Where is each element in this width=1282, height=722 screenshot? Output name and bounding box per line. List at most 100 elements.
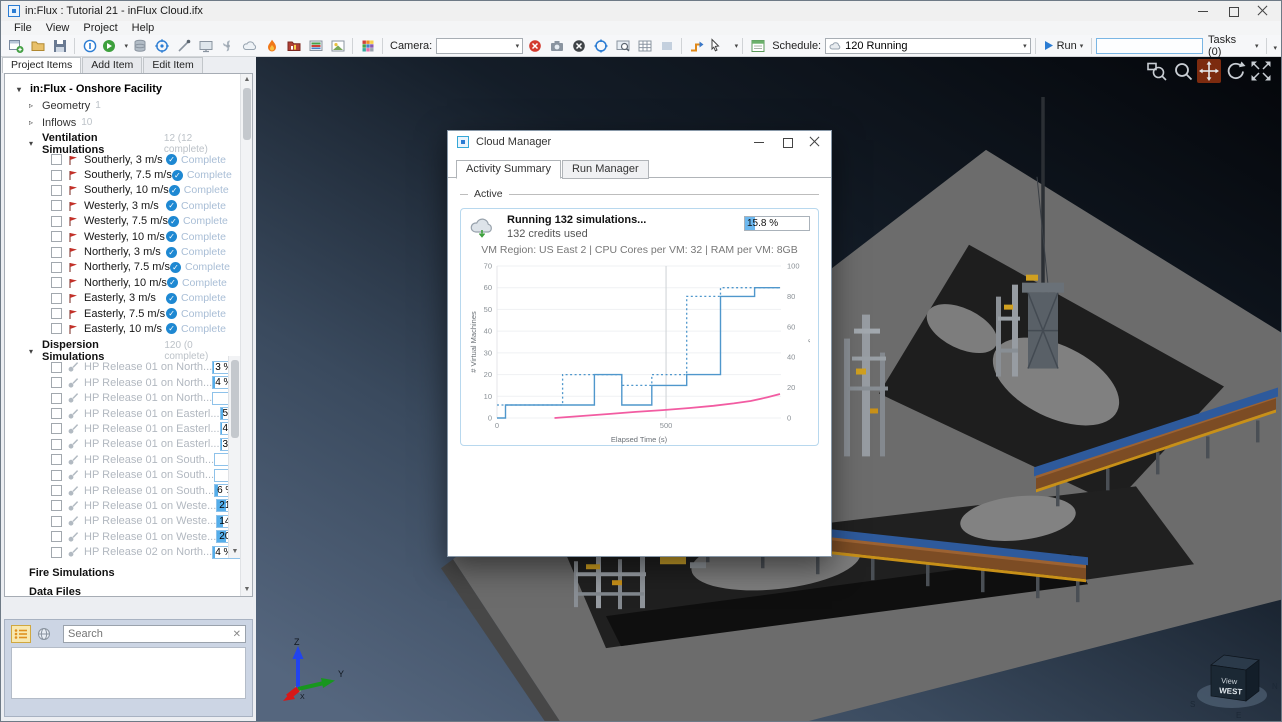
path-route-icon[interactable] — [686, 36, 707, 56]
title-bar[interactable]: in:Flux : Tutorial 21 - inFlux Cloud.ifx — [1, 1, 1281, 21]
camera-icon[interactable] — [546, 36, 567, 56]
line-tool-icon[interactable] — [173, 36, 194, 56]
expander-icon[interactable]: ▹ — [29, 101, 37, 110]
item-checkbox[interactable] — [51, 377, 62, 388]
tree-item-ventilation[interactable]: Southerly, 7.5 m/s✓Complete — [5, 167, 252, 182]
item-checkbox[interactable] — [51, 277, 62, 288]
tab-activity-summary[interactable]: Activity Summary — [456, 160, 561, 179]
info-icon[interactable] — [79, 36, 100, 56]
item-checkbox[interactable] — [51, 423, 62, 434]
tree-item-ventilation[interactable]: Northerly, 7.5 m/s✓Complete — [5, 260, 252, 275]
tree-item-ventilation[interactable]: Westerly, 10 m/s✓Complete — [5, 229, 252, 244]
run-button[interactable]: Run▾ — [1040, 40, 1088, 52]
item-checkbox[interactable] — [51, 454, 62, 465]
viewport-3d[interactable]: Z Y X View WEST S E N Cloud Manage — [256, 57, 1281, 721]
item-checkbox[interactable] — [51, 408, 62, 419]
select-cursor-icon[interactable]: ▾ — [708, 36, 738, 56]
expander-icon[interactable]: ▾ — [17, 85, 25, 94]
item-checkbox[interactable] — [51, 470, 62, 481]
tree-item-ventilation[interactable]: Southerly, 10 m/s✓Complete — [5, 183, 252, 198]
tree-group-dispersion[interactable]: ▾ Dispersion Simulations 120 (0 complete… — [5, 343, 252, 360]
tree-item-ventilation[interactable]: Easterly, 7.5 m/s✓Complete — [5, 306, 252, 321]
tree-item-dispersion[interactable]: HP Release 01 on Easterl...4 % — [5, 421, 252, 436]
tree-item-ventilation[interactable]: Northerly, 10 m/s✓Complete — [5, 275, 252, 290]
tree-group-inflows[interactable]: ▹ Inflows 10 — [5, 114, 252, 131]
tree-item-dispersion[interactable]: HP Release 01 on North...4 % — [5, 375, 252, 390]
tree-item-dispersion[interactable]: HP Release 01 on Easterl...5 % — [5, 406, 252, 421]
export-run-icon[interactable]: ▾ — [101, 36, 128, 56]
expander-icon[interactable]: ▾ — [29, 139, 37, 148]
rotate-icon[interactable] — [1223, 59, 1247, 83]
database-icon[interactable] — [129, 36, 150, 56]
tree-item-dispersion[interactable]: HP Release 01 on Weste...14 % — [5, 514, 252, 529]
dispersion-scrollbar[interactable]: ▼ — [228, 356, 240, 558]
item-checkbox[interactable] — [51, 516, 62, 527]
results-folder-icon[interactable] — [283, 36, 304, 56]
monitor-search-icon[interactable] — [612, 36, 633, 56]
project-tree[interactable]: ▾ in:Flux - Onshore Facility ▹ Geometry … — [4, 73, 253, 597]
tree-item-dispersion[interactable]: HP Release 01 on Weste...21 % — [5, 498, 252, 513]
scroll-down-icon[interactable]: ▼ — [229, 546, 241, 558]
item-checkbox[interactable] — [51, 500, 62, 511]
scroll-up-icon[interactable]: ▲ — [241, 74, 253, 86]
list-view-button[interactable] — [11, 625, 31, 643]
tree-root[interactable]: ▾ in:Flux - Onshore Facility — [5, 81, 252, 97]
item-checkbox[interactable] — [51, 439, 62, 450]
maximize-icon[interactable] — [1227, 5, 1239, 17]
item-checkbox[interactable] — [51, 362, 62, 373]
tab-add-item[interactable]: Add Item — [82, 57, 142, 73]
monitor-layers-icon[interactable] — [305, 36, 326, 56]
new-project-icon[interactable] — [5, 36, 26, 56]
tree-item-ventilation[interactable]: Westerly, 3 m/s✓Complete — [5, 198, 252, 213]
palette-icon[interactable] — [357, 36, 378, 56]
tree-item-dispersion[interactable]: HP Release 01 on South... — [5, 452, 252, 467]
tree-item-dispersion[interactable]: HP Release 01 on South... — [5, 467, 252, 482]
tree-item-dispersion[interactable]: HP Release 02 on North...4 % — [5, 544, 252, 559]
fullscreen-icon[interactable] — [1249, 59, 1273, 83]
view-cube[interactable]: View WEST S E N — [1184, 629, 1281, 721]
open-project-icon[interactable] — [27, 36, 48, 56]
item-checkbox[interactable] — [51, 262, 62, 273]
minimize-icon[interactable] — [753, 136, 765, 148]
tree-item-ventilation[interactable]: Westerly, 7.5 m/s✓Complete — [5, 214, 252, 229]
clear-search-icon[interactable]: ✕ — [233, 629, 241, 640]
save-icon[interactable] — [49, 36, 70, 56]
tree-item-ventilation[interactable]: Northerly, 3 m/s✓Complete — [5, 244, 252, 259]
zoom-window-icon[interactable] — [1145, 59, 1169, 83]
delete-camera-icon[interactable] — [524, 36, 545, 56]
item-checkbox[interactable] — [51, 231, 62, 242]
tree-item-dispersion[interactable]: HP Release 01 on Easterl...3 % — [5, 437, 252, 452]
focus-target-icon[interactable] — [590, 36, 611, 56]
tree-group-ventilation[interactable]: ▾ Ventilation Simulations 12 (12 complet… — [5, 135, 252, 152]
tree-item-ventilation[interactable]: Easterly, 3 m/s✓Complete — [5, 291, 252, 306]
maximize-icon[interactable] — [781, 136, 793, 148]
item-checkbox[interactable] — [51, 216, 62, 227]
item-checkbox[interactable] — [51, 485, 62, 496]
menu-file[interactable]: File — [7, 21, 39, 35]
task-filter-input[interactable] — [1096, 38, 1203, 54]
item-checkbox[interactable] — [51, 547, 62, 558]
monitor-icon[interactable] — [195, 36, 216, 56]
panel-splitter[interactable] — [1, 597, 256, 619]
toolbar-overflow-icon[interactable]: ▾ — [1273, 44, 1277, 52]
tasks-dropdown[interactable]: Tasks (0)▾ — [1204, 34, 1263, 58]
item-checkbox[interactable] — [51, 154, 62, 165]
menu-project[interactable]: Project — [76, 21, 124, 35]
minimize-icon[interactable] — [1197, 5, 1209, 17]
tree-item-dispersion[interactable]: HP Release 01 on Weste...20 % — [5, 529, 252, 544]
scroll-down-icon[interactable]: ▼ — [241, 584, 253, 596]
tree-scrollbar[interactable]: ▲ ▼ — [240, 74, 252, 596]
camera-combobox[interactable]: ▾ — [436, 38, 523, 54]
expander-icon[interactable]: ▾ — [29, 347, 37, 356]
item-checkbox[interactable] — [51, 393, 62, 404]
close-icon[interactable] — [1257, 5, 1269, 17]
snapshot-icon[interactable] — [327, 36, 348, 56]
flame-icon[interactable] — [261, 36, 282, 56]
item-checkbox[interactable] — [51, 293, 62, 304]
tab-project-items[interactable]: Project Items — [2, 57, 81, 73]
item-checkbox[interactable] — [51, 247, 62, 258]
item-checkbox[interactable] — [51, 170, 62, 181]
tree-group-geometry[interactable]: ▹ Geometry 1 — [5, 97, 252, 114]
item-checkbox[interactable] — [51, 185, 62, 196]
close-icon[interactable] — [809, 136, 821, 148]
